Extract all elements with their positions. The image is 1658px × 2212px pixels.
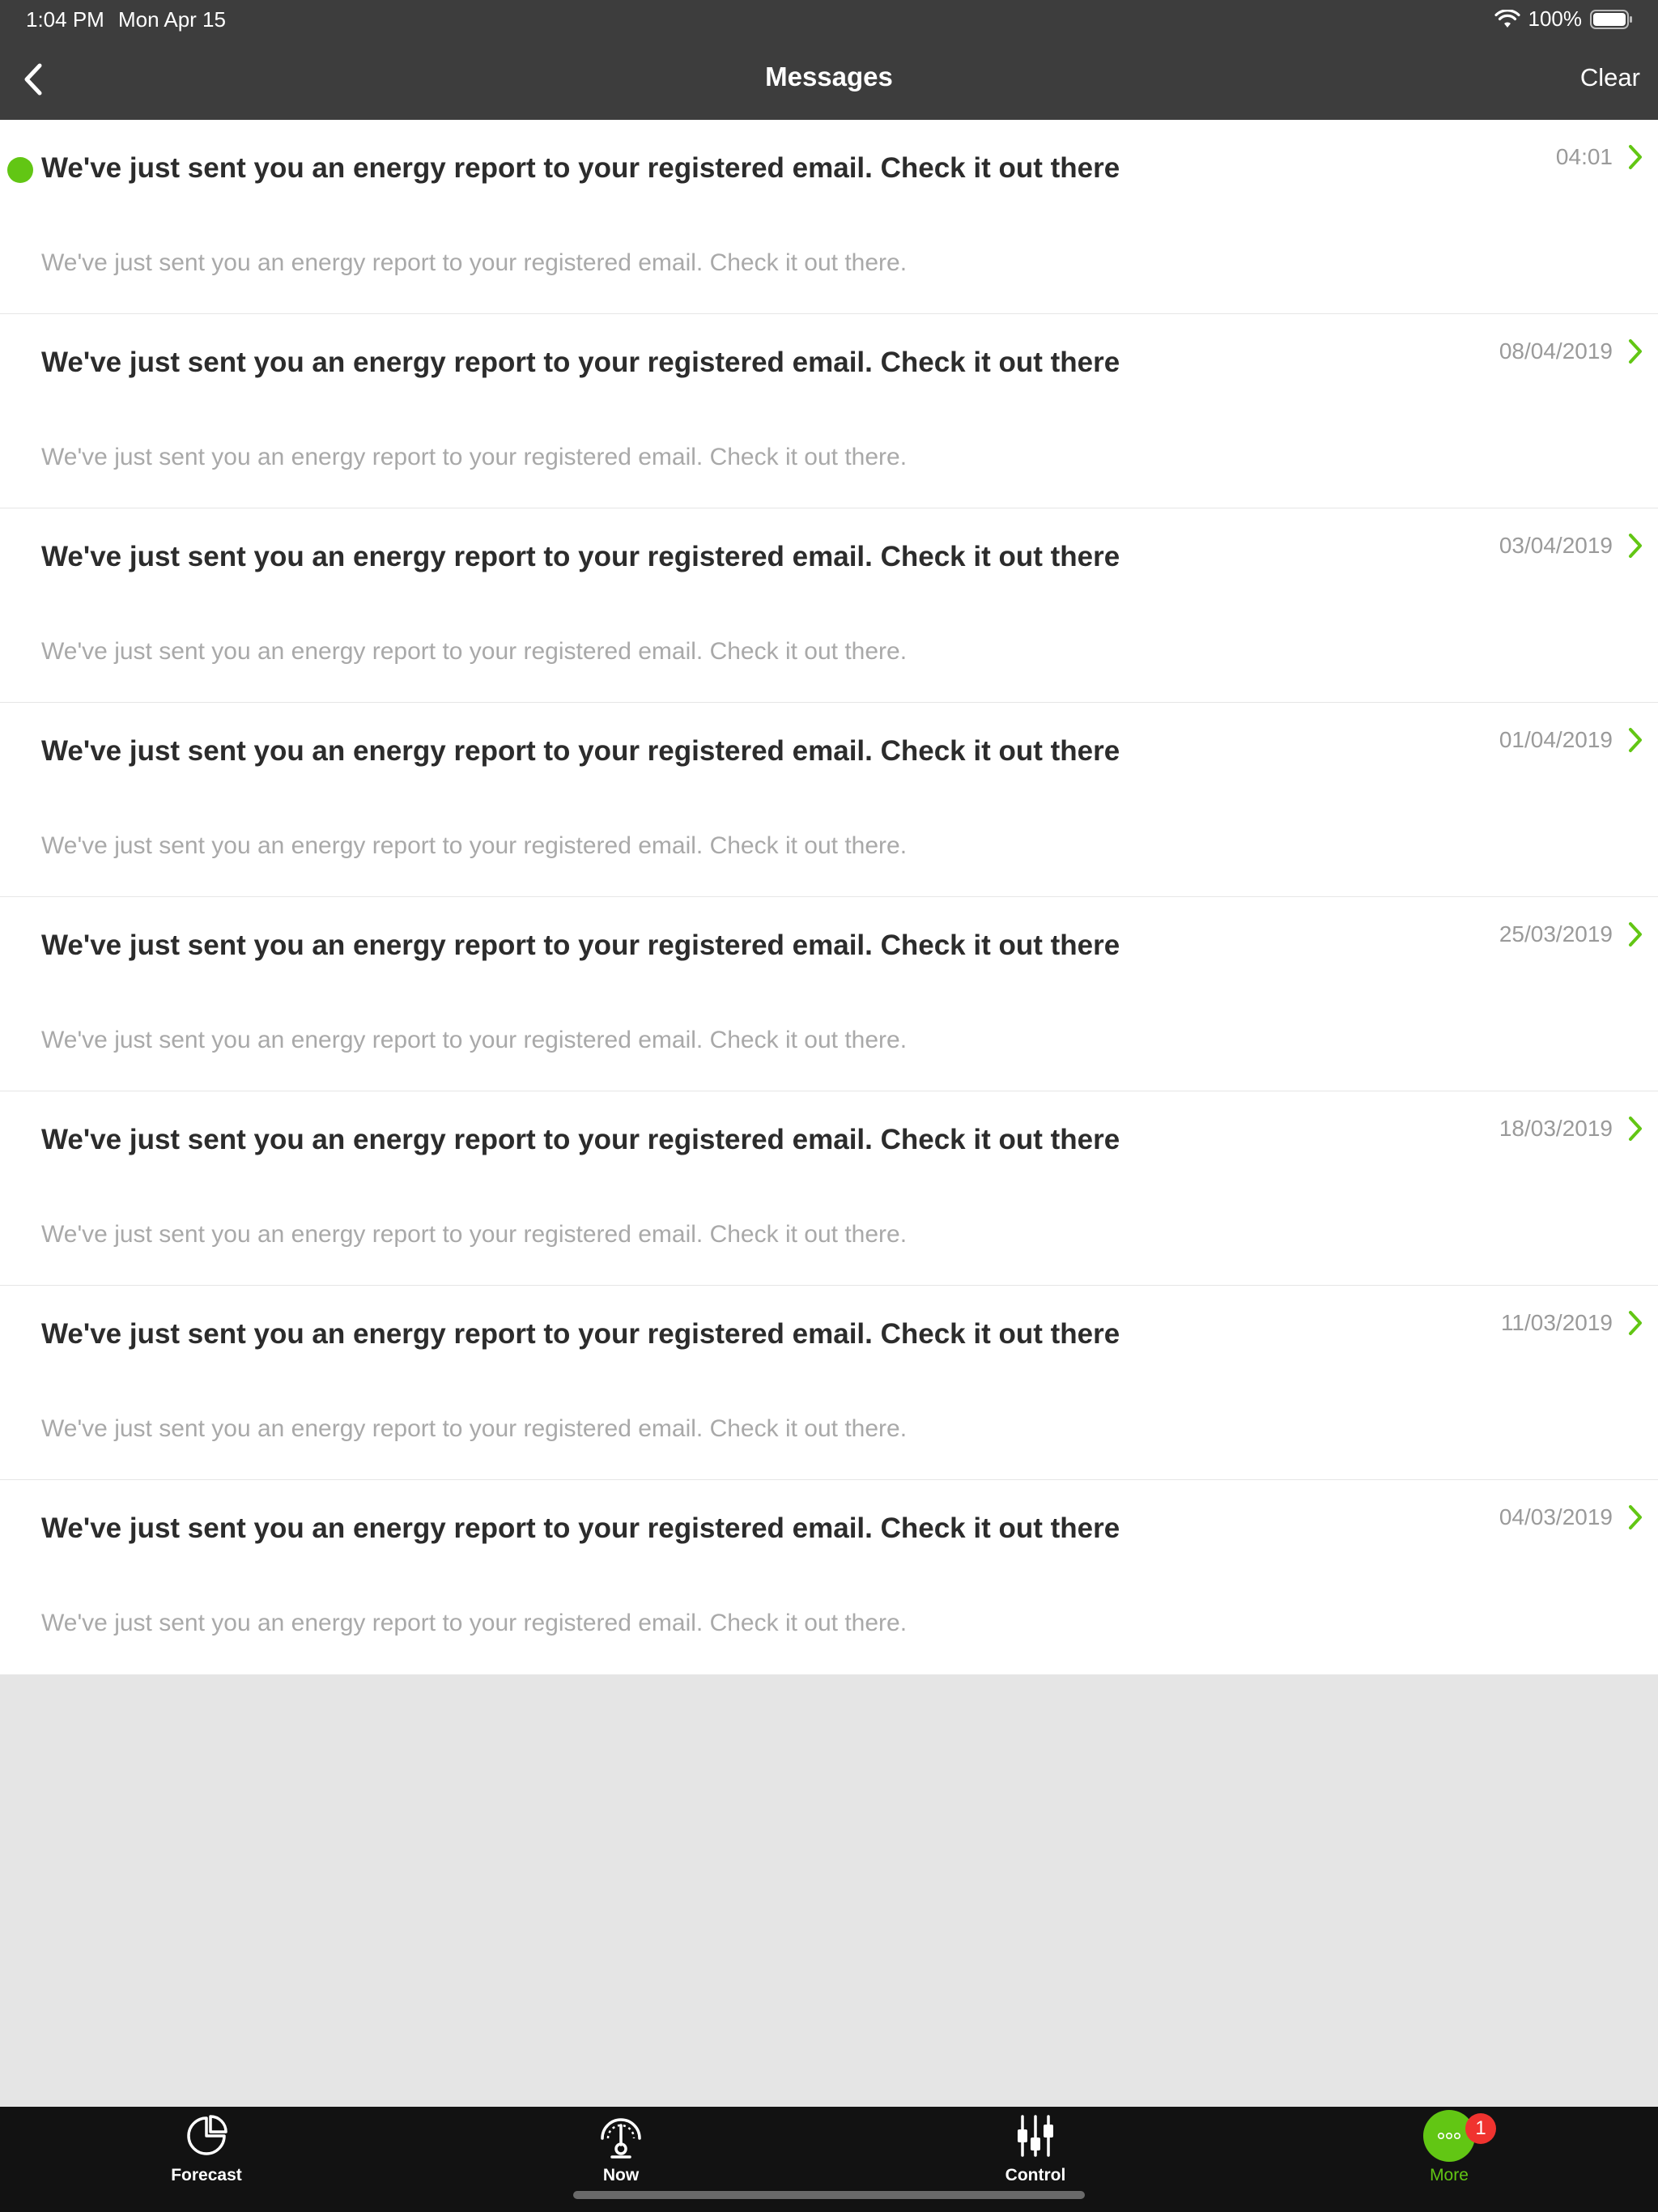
message-title: We've just sent you an energy report to … [41,152,1120,184]
tab-icon [181,2110,232,2162]
message-date: 08/04/2019 [1499,338,1613,364]
message-row[interactable]: We've just sent you an energy report to … [0,703,1658,897]
top-bar: 1:04 PM Mon Apr 15 100% Messages Clear [0,0,1658,120]
chevron-right-icon [1629,534,1642,558]
message-preview: We've just sent you an energy report to … [41,444,908,470]
message-preview: We've just sent you an energy report to … [41,638,908,665]
message-row[interactable]: We've just sent you an energy report to … [0,314,1658,508]
message-title: We've just sent you an energy report to … [41,541,1120,572]
chevron-right-icon [1629,728,1642,752]
message-date: 11/03/2019 [1500,1310,1613,1335]
message-title: We've just sent you an energy report to … [41,347,1120,378]
message-date: 04/03/2019 [1499,1504,1613,1529]
message-date: 18/03/2019 [1499,1116,1613,1141]
battery-icon [1590,9,1632,29]
tab-icon: 1 [1423,2110,1496,2162]
tab-label: Forecast [171,2166,242,2184]
message-date: 03/04/2019 [1499,533,1613,558]
message-preview: We've just sent you an energy report to … [41,1610,908,1636]
chevron-right-icon [1629,1505,1642,1529]
wifi-icon [1494,9,1520,28]
message-row[interactable]: We've just sent you an energy report to … [0,508,1658,703]
message-row[interactable]: We've just sent you an energy report to … [0,1480,1658,1674]
tab-icon [595,2110,647,2162]
message-row[interactable]: We've just sent you an energy report to … [0,897,1658,1091]
message-date: 25/03/2019 [1499,921,1613,946]
tab-more[interactable]: 1 More [1368,2107,1530,2196]
message-preview: We've just sent you an energy report to … [41,1415,908,1442]
message-preview: We've just sent you an energy report to … [41,1027,908,1053]
chevron-right-icon [1629,1311,1642,1335]
message-title: We've just sent you an energy report to … [41,929,1120,961]
chevron-right-icon [1629,922,1642,946]
nav-bar: Messages Clear [0,39,1658,120]
message-title: We've just sent you an energy report to … [41,1124,1120,1155]
status-bar: 1:04 PM Mon Apr 15 100% [0,0,1658,39]
chevron-right-icon [1629,1117,1642,1141]
tab-label: More [1430,2166,1469,2184]
unread-dot-icon [7,157,33,183]
tab-icon [1010,2110,1061,2162]
clear-button[interactable]: Clear [1580,63,1640,92]
chevron-right-icon [1629,339,1642,364]
tab-forecast[interactable]: Forecast [125,2107,287,2196]
message-preview: We've just sent you an energy report to … [41,832,908,859]
battery-percent: 100% [1528,6,1583,31]
message-date: 04:01 [1555,144,1613,169]
message-preview: We've just sent you an energy report to … [41,1221,908,1248]
gauge-icon [601,2118,641,2159]
notification-badge: 1 [1465,2113,1496,2144]
message-title: We've just sent you an energy report to … [41,735,1120,767]
message-preview: We've just sent you an energy report to … [41,249,908,276]
tab-control[interactable]: Control [954,2107,1116,2196]
message-list: We've just sent you an energy report to … [0,120,1658,1674]
home-indicator[interactable] [573,2191,1085,2199]
status-date: Mon Apr 15 [118,7,226,32]
tab-label: Now [602,2166,640,2184]
tab-label: Control [1005,2166,1066,2184]
message-row[interactable]: We've just sent you an energy report to … [0,1286,1658,1480]
forecast-icon [187,2115,227,2155]
chevron-right-icon [1629,145,1642,169]
message-title: We've just sent you an energy report to … [41,1512,1120,1544]
status-right: 100% [1494,6,1635,32]
message-row[interactable]: We've just sent you an energy report to … [0,120,1658,314]
tab-now[interactable]: Now [540,2107,702,2196]
sliders-icon [1018,2115,1053,2157]
message-date: 01/04/2019 [1499,727,1613,752]
status-time: 1:04 PM [26,7,104,32]
page-title: Messages [765,62,893,91]
message-title: We've just sent you an energy report to … [41,1318,1120,1350]
message-row[interactable]: We've just sent you an energy report to … [0,1091,1658,1286]
